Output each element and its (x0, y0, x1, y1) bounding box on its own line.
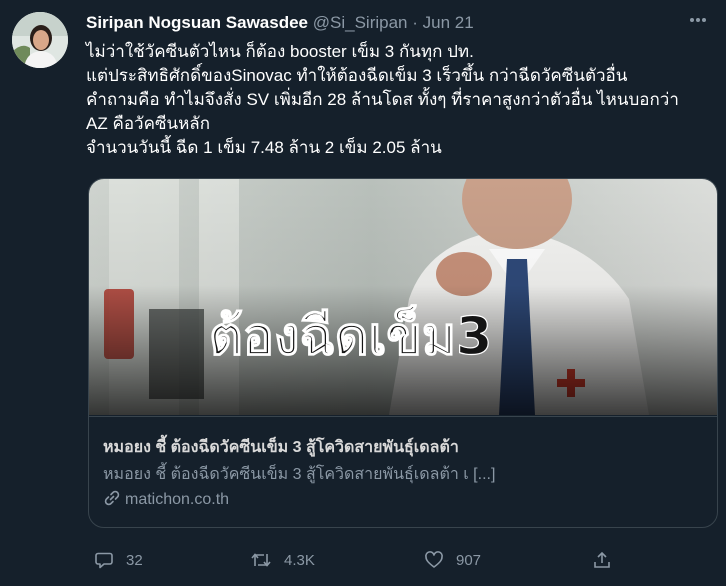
card-image-overlay-text: ต้องฉีดเข็ม3 (209, 305, 492, 367)
tweet-text-line: จำนวนวันนี้ ฉีด 1 เข็ม 7.48 ล้าน 2 เข็ม … (86, 138, 442, 157)
more-icon[interactable] (684, 10, 712, 30)
reply-count: 32 (126, 551, 143, 569)
link-icon (104, 490, 120, 506)
action-bar: 32 4.3K 907 (86, 550, 716, 580)
retweet-count: 4.3K (284, 551, 315, 569)
tweet-header: Siripan Nogsuan Sawasdee @Si_Siripan · J… (86, 13, 474, 33)
share-button[interactable] (592, 550, 624, 570)
link-card[interactable]: ต้องฉีดเข็ม3 หมอยง ชี้ ต้องฉีดวัคซีนเข็ม… (88, 178, 718, 528)
reply-button[interactable]: 32 (94, 550, 143, 570)
retweet-icon (251, 553, 271, 567)
avatar[interactable] (12, 12, 68, 68)
tweet-date[interactable]: Jun 21 (423, 13, 474, 32)
like-count: 907 (456, 551, 482, 569)
share-icon (594, 551, 610, 568)
tweet-text-line: แต่ประสิทธิศักดิ์ของSinovac ทำให้ต้องฉีด… (86, 66, 628, 85)
card-title[interactable]: หมอยง ชี้ ต้องฉีดวัคซีนเข็ม 3 สู้โควิดสา… (103, 435, 459, 460)
card-meta[interactable]: หมอยง ชี้ ต้องฉีดวัคซีนเข็ม 3 สู้โควิดสา… (89, 416, 717, 527)
tweet-text-line: AZ คือวัคซีนหลัก (86, 114, 211, 133)
tweet-text-line: คำถามคือ ทำไมจึงสั่ง SV เพิ่มอีก 28 ล้าน… (86, 90, 679, 109)
card-domain-text: matichon.co.th (125, 491, 230, 508)
like-button[interactable]: 907 (424, 550, 481, 570)
heart-icon (425, 551, 443, 568)
tweet-text: ไม่ว่าใช้วัคซีนตัวไหน ก็ต้อง booster เข็… (86, 40, 716, 160)
tweet-text-line: ไม่ว่าใช้วัคซีนตัวไหน ก็ต้อง booster เข็… (86, 42, 474, 61)
author-name[interactable]: Siripan Nogsuan Sawasdee (86, 13, 308, 32)
reply-icon (95, 552, 113, 569)
author-handle[interactable]: @Si_Siripan (313, 13, 408, 32)
card-domain[interactable]: matichon.co.th (103, 489, 229, 509)
card-description: หมอยง ชี้ ต้องฉีดวัคซีนเข็ม 3 สู้โควิดสา… (103, 466, 496, 483)
header-separator: · (412, 13, 418, 32)
retweet-button[interactable]: 4.3K (250, 550, 315, 570)
tweet[interactable]: Siripan Nogsuan Sawasdee @Si_Siripan · J… (0, 0, 726, 586)
card-image[interactable]: ต้องฉีดเข็ม3 (89, 179, 717, 415)
